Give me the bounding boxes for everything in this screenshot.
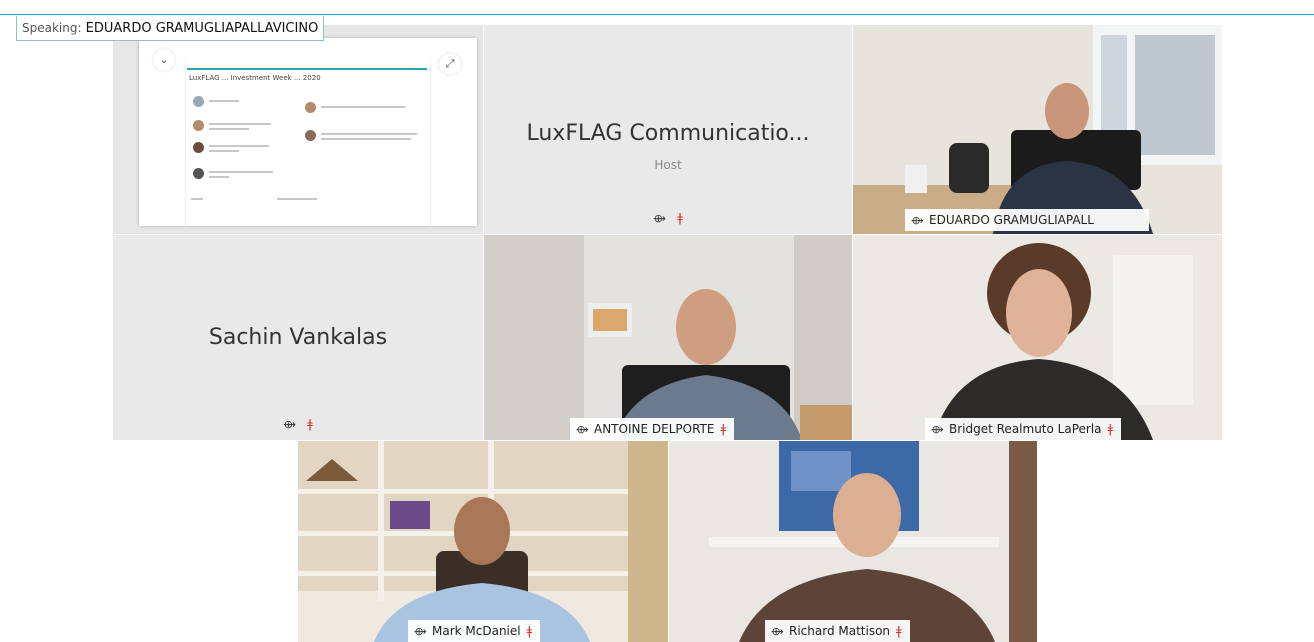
shared-slide: LuxFLAG ... Investment Week ... 2020 <box>139 38 477 226</box>
muted-mic-icon: ǂ <box>307 417 313 431</box>
slide-text-line <box>191 198 203 200</box>
slide-text-line <box>209 128 249 130</box>
microphone-icon: ⟴ <box>283 418 296 431</box>
slide-avatar <box>305 102 316 113</box>
slide-text-line <box>209 176 229 178</box>
host-tile[interactable]: LuxFLAG Communicatio... Host ⟴ ǂ <box>484 25 852 234</box>
video-frame <box>669 441 1037 642</box>
participant-name: Mark McDaniel <box>432 624 521 638</box>
participant-name: Richard Mattison <box>789 624 891 638</box>
microphone-icon: ⟴ <box>414 625 427 638</box>
muted-mic-icon: ǂ <box>1107 422 1114 436</box>
speaking-indicator: Speaking: EDUARDO GRAMUGLIAPALLAVICINO <box>16 16 325 41</box>
top-border <box>0 14 1314 15</box>
slide-text-line <box>209 150 239 152</box>
slide-avatar <box>193 168 204 179</box>
participant-name: ANTOINE DELPORTE <box>594 422 715 436</box>
status-icons: ⟴ ǂ <box>484 211 852 225</box>
participant-name: Sachin Vankalas <box>208 325 388 350</box>
microphone-icon: ⟴ <box>931 423 944 436</box>
video-tile-richard[interactable]: ⟴ Richard Mattison ǂ <box>669 441 1037 642</box>
slide-text-line <box>321 138 411 140</box>
muted-mic-icon: ǂ <box>720 422 726 436</box>
slide-rule <box>187 68 427 70</box>
expand-icon[interactable]: ⤢ <box>439 53 461 75</box>
slide-text-line <box>277 198 317 200</box>
microphone-icon: ⟴ <box>911 214 924 227</box>
participant-name: EDUARDO GRAMUGLIAPALL <box>929 213 1094 227</box>
status-icons: ⟴ ǂ <box>113 417 483 431</box>
muted-mic-icon: ǂ <box>677 211 683 225</box>
speaking-label: Speaking: <box>22 21 82 35</box>
speaking-name: EDUARDO GRAMUGLIAPALLAVICINO <box>85 21 319 36</box>
slide-text-line <box>209 171 273 173</box>
slide-text-line <box>321 106 405 108</box>
video-tile-mark[interactable]: ⟴ Mark McDaniel ǂ <box>298 441 668 642</box>
participant-nameplate: ⟴ ANTOINE DELPORTE ǂ <box>570 418 734 440</box>
slide-text-line <box>321 133 417 135</box>
microphone-icon: ⟴ <box>653 212 666 225</box>
participant-nameplate: ⟴ Mark McDaniel ǂ <box>408 620 541 642</box>
slide-text-line <box>209 145 269 147</box>
participant-name: Bridget Realmuto LaPerla <box>949 422 1102 436</box>
microphone-icon: ⟴ <box>771 625 784 638</box>
video-frame <box>298 441 668 642</box>
slide-avatar <box>193 142 204 153</box>
chevron-left-icon[interactable]: ⌄ <box>153 49 175 71</box>
slide-title: LuxFLAG ... Investment Week ... 2020 <box>189 74 321 82</box>
slide-text-line <box>209 123 271 125</box>
slide-avatar <box>305 130 316 141</box>
video-tile-antoine[interactable]: ⟴ ANTOINE DELPORTE ǂ <box>484 235 852 440</box>
slide-panel <box>185 58 431 226</box>
video-frame <box>853 25 1222 234</box>
participant-name: LuxFLAG Communicatio... <box>526 121 810 146</box>
participant-nameplate: ⟴ Richard Mattison ǂ <box>765 620 910 642</box>
participant-tile-sachin[interactable]: Sachin Vankalas ⟴ ǂ <box>113 235 483 440</box>
video-tile-bridget[interactable]: ⟴ Bridget Realmuto LaPerla ǂ <box>853 235 1222 440</box>
participant-nameplate: ⟴ Bridget Realmuto LaPerla ǂ <box>925 418 1122 440</box>
video-tile-eduardo[interactable]: ⟴ EDUARDO GRAMUGLIAPALL <box>853 25 1222 234</box>
content-share-tile[interactable]: LuxFLAG ... Investment Week ... 2020 ⌄ ⤢ <box>113 25 483 234</box>
muted-mic-icon: ǂ <box>526 624 533 638</box>
muted-mic-icon: ǂ <box>896 624 902 638</box>
video-frame <box>853 235 1222 440</box>
participant-nameplate: ⟴ EDUARDO GRAMUGLIAPALL <box>905 209 1149 231</box>
microphone-icon: ⟴ <box>576 423 589 436</box>
slide-avatar <box>193 120 204 131</box>
slide-text-line <box>209 100 239 102</box>
slide-avatar <box>193 96 204 107</box>
video-frame <box>484 235 852 440</box>
participant-role: Host <box>654 158 682 172</box>
